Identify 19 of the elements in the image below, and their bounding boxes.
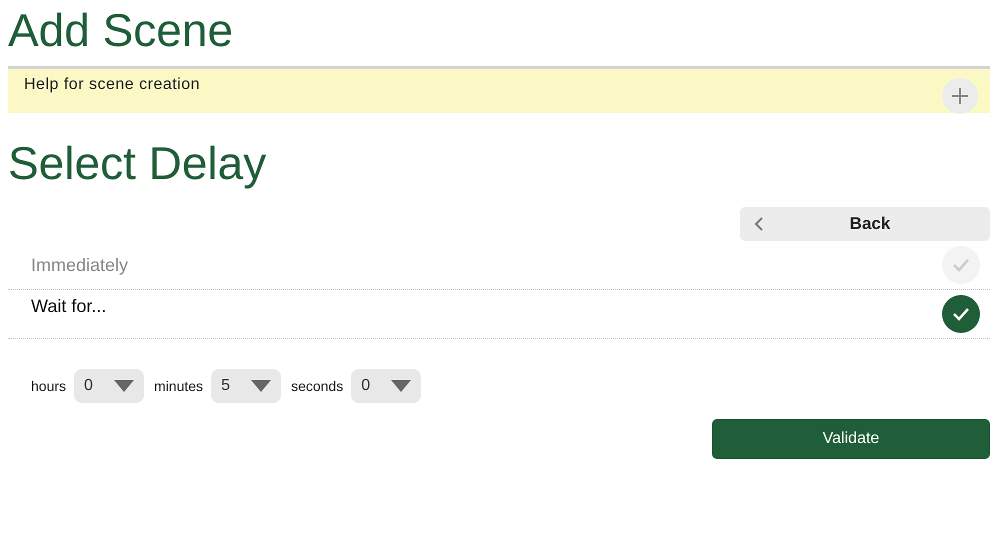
dropdown[interactable]: 0: [74, 369, 144, 403]
dropdown[interactable]: 0: [351, 369, 422, 403]
validate-button[interactable]: Validate: [712, 419, 990, 459]
expand-button[interactable]: [942, 78, 978, 114]
field-label: minutes: [154, 378, 204, 394]
section-heading: Select Delay: [8, 136, 268, 191]
page-title: Add Scene: [8, 3, 234, 58]
plus-icon: [950, 86, 970, 106]
dropdown[interactable]: 5: [211, 369, 282, 403]
help-label: Help for scene creation: [24, 76, 200, 94]
delay-option[interactable]: Wait for...: [8, 290, 990, 339]
delay-option[interactable]: Immediately: [8, 241, 990, 290]
caret-icon: [391, 380, 412, 392]
caret-icon: [114, 380, 134, 392]
caret-icon: [251, 380, 272, 392]
back-button[interactable]: Back: [740, 207, 990, 241]
field-label: seconds: [291, 378, 344, 394]
chevron-left-icon: [754, 216, 764, 232]
field-label: hours: [31, 378, 66, 394]
